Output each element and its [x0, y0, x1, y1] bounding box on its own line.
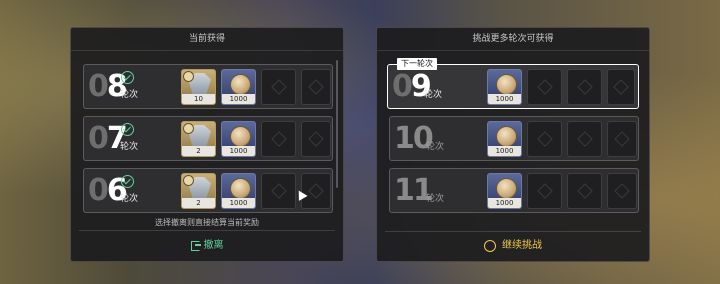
- exit-icon: [190, 241, 201, 251]
- panel-title: 当前获得: [71, 28, 343, 51]
- empty-slot: [607, 173, 637, 209]
- round-label: 轮次: [120, 90, 139, 100]
- reward-item-relic[interactable]: 2: [181, 173, 216, 209]
- round-row-08: 08 轮次 10 1000: [83, 64, 333, 109]
- scrollbar[interactable]: [336, 60, 338, 188]
- empty-slot: [607, 121, 637, 157]
- round-label: 轮次: [120, 142, 139, 152]
- reward-item-coin[interactable]: 1000: [487, 173, 522, 209]
- panel-title: 挑战更多轮次可获得: [377, 28, 649, 51]
- round-row-11: 11 轮次 1000: [389, 168, 639, 213]
- empty-slot: [527, 69, 562, 105]
- item-quantity: 1000: [222, 146, 255, 156]
- diamond-icon: [308, 79, 324, 95]
- empty-slot: [261, 173, 296, 209]
- diamond-icon: [536, 79, 553, 95]
- coin-icon: [496, 126, 517, 147]
- coin-icon: [230, 126, 251, 147]
- round-row-07: 07 轮次 2 1000: [83, 116, 333, 161]
- divider: [385, 231, 641, 232]
- empty-slot: [261, 121, 296, 157]
- diamond-icon: [576, 131, 593, 147]
- empty-slot: [301, 121, 331, 157]
- continue-challenge-button[interactable]: 继续挑战: [377, 235, 649, 257]
- check-icon: [121, 123, 134, 136]
- future-rewards-panel: 挑战更多轮次可获得 下一轮次 09 轮次 1000 10 轮次 1000 11 …: [376, 27, 650, 262]
- empty-slot: [567, 121, 602, 157]
- diamond-icon: [308, 131, 324, 147]
- empty-slot: [567, 173, 602, 209]
- diamond-icon: [576, 183, 593, 199]
- diamond-icon: [576, 79, 593, 95]
- coin-icon: [496, 74, 517, 95]
- round-row-09: 下一轮次 09 轮次 1000: [387, 58, 639, 109]
- round-label: 轮次: [426, 194, 445, 204]
- empty-slot: [261, 69, 296, 105]
- item-quantity: 2: [182, 146, 215, 156]
- round-row-06: 06 轮次 2 1000: [83, 168, 333, 213]
- diamond-icon: [614, 131, 630, 147]
- round-row-10: 10 轮次 1000: [389, 116, 639, 161]
- item-quantity: 1000: [222, 198, 255, 208]
- empty-slot: [527, 121, 562, 157]
- withdraw-button[interactable]: 撤离: [71, 235, 343, 257]
- ring-icon: [484, 240, 496, 252]
- reward-item-relic[interactable]: 10: [181, 69, 216, 105]
- reward-item-coin[interactable]: 1000: [221, 173, 256, 209]
- reward-item-coin[interactable]: 1000: [221, 121, 256, 157]
- empty-slot: [567, 69, 602, 105]
- diamond-icon: [613, 79, 629, 95]
- divider: [79, 230, 335, 231]
- empty-slot: [301, 69, 331, 105]
- empty-slot: [607, 69, 635, 105]
- withdraw-label: 撤离: [203, 240, 224, 251]
- item-quantity: 1000: [488, 198, 521, 208]
- current-rewards-panel: 当前获得 08 轮次 10 1000 07 轮次 2 1000 06 轮次 2 …: [70, 27, 344, 262]
- empty-slot: [527, 173, 562, 209]
- reward-item-relic[interactable]: 2: [181, 121, 216, 157]
- reward-item-coin[interactable]: 1000: [221, 69, 256, 105]
- empty-slot: [301, 173, 331, 209]
- reward-item-coin[interactable]: 1000: [487, 69, 522, 105]
- withdraw-hint: 选择撤离则直接结算当前奖励: [155, 218, 259, 227]
- item-quantity: 2: [182, 198, 215, 208]
- item-quantity: 1000: [222, 94, 255, 104]
- round-label: 轮次: [424, 90, 443, 100]
- diamond-icon: [536, 183, 553, 199]
- item-quantity: 1000: [488, 94, 521, 104]
- diamond-icon: [536, 131, 553, 147]
- coin-icon: [496, 178, 517, 199]
- diamond-icon: [308, 183, 324, 199]
- item-quantity: 1000: [488, 146, 521, 156]
- badge-icon: [183, 123, 194, 134]
- badge-icon: [183, 175, 194, 186]
- badge-icon: [183, 71, 194, 82]
- diamond-icon: [270, 183, 287, 199]
- item-quantity: 10: [182, 94, 215, 104]
- diamond-icon: [270, 131, 287, 147]
- diamond-icon: [270, 79, 287, 95]
- continue-label: 继续挑战: [502, 240, 542, 251]
- check-icon: [121, 71, 134, 84]
- check-icon: [121, 175, 134, 188]
- coin-icon: [230, 74, 251, 95]
- coin-icon: [230, 178, 251, 199]
- diamond-icon: [614, 183, 630, 199]
- round-label: 轮次: [120, 194, 139, 204]
- reward-item-coin[interactable]: 1000: [487, 121, 522, 157]
- round-label: 轮次: [426, 142, 445, 152]
